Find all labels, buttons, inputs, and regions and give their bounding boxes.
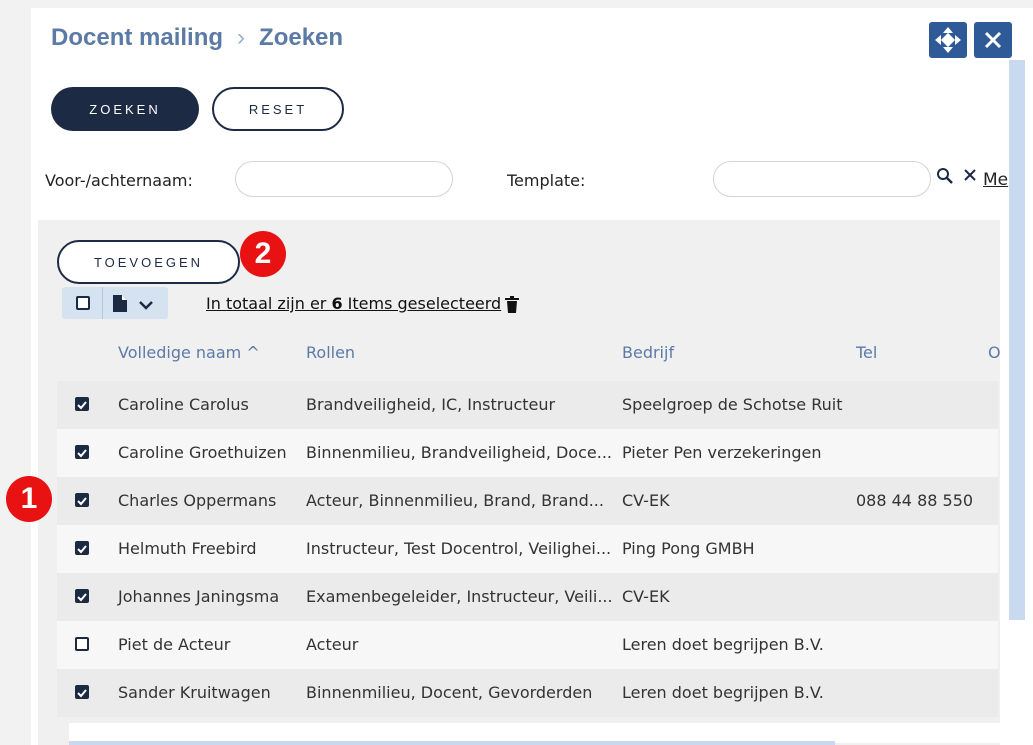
column-header-other[interactable]: O <box>988 343 1001 362</box>
cell-company: Pieter Pen verzekeringen <box>622 443 822 462</box>
select-all-checkbox[interactable] <box>76 296 90 310</box>
reset-button[interactable]: RESET <box>212 87 344 131</box>
trash-icon[interactable] <box>505 296 519 317</box>
table-row[interactable]: Helmuth Freebird Instructeur, Test Docent… <box>57 525 998 573</box>
move-button[interactable] <box>929 22 967 58</box>
cell-name[interactable]: Helmuth Freebird <box>118 539 257 558</box>
table-row[interactable]: Piet de Acteur Acteur Leren doet begrijpen… <box>57 621 998 669</box>
row-checkbox[interactable] <box>75 541 89 555</box>
cell-roles: Binnenmilieu, Docent, Gevorderden <box>306 683 593 702</box>
cell-roles: Brandveiligheid, IC, Instructeur <box>306 395 556 414</box>
table-row[interactable]: Sander Kruitwagen Binnenmilieu, Docent, G… <box>57 669 998 717</box>
row-checkbox[interactable] <box>75 397 89 411</box>
cell-name[interactable]: Johannes Janingsma <box>118 587 279 606</box>
selection-summary[interactable]: In totaal zijn er 6 Items geselecteerd <box>206 294 501 313</box>
cell-roles: Instructeur, Test Docentrol, Veilighei..… <box>306 539 612 558</box>
table-row[interactable]: Caroline Carolus Brandveiligheid, IC, Ins… <box>57 381 998 429</box>
horizontal-scrollbar[interactable] <box>69 741 835 745</box>
row-checkbox[interactable] <box>75 493 89 507</box>
close-button[interactable] <box>974 22 1012 58</box>
selection-prefix: In totaal zijn er <box>206 294 332 313</box>
search-icon[interactable] <box>936 167 954 190</box>
cell-name[interactable]: Piet de Acteur <box>118 635 230 654</box>
cell-company: Speelgroep de Schotse Ruit <box>622 395 843 414</box>
cell-company: Leren doet begrijpen B.V. <box>622 635 824 654</box>
more-link[interactable]: Me <box>983 170 1008 190</box>
cell-tel: 088 44 88 550 <box>856 491 974 510</box>
move-icon <box>935 27 961 53</box>
document-icon[interactable] <box>112 294 128 317</box>
cell-company: Ping Pong GMBH <box>622 539 755 558</box>
cell-roles: Acteur, Binnenmilieu, Brand, Brand... <box>306 491 604 510</box>
bulk-select-toolbar <box>62 287 168 319</box>
table-row[interactable]: Johannes Janingsma Examenbegeleider, Inst… <box>57 573 998 621</box>
cell-roles: Acteur <box>306 635 359 654</box>
callout-badge-1: 1 <box>6 476 52 522</box>
column-header-company[interactable]: Bedrijf <box>622 343 674 362</box>
name-filter-input[interactable] <box>235 161 453 197</box>
row-checkbox[interactable] <box>75 445 89 459</box>
table-row[interactable]: Charles Oppermans Acteur, Binnenmilieu, B… <box>57 477 998 525</box>
column-header-tel[interactable]: Tel <box>856 343 877 362</box>
breadcrumb: Docent mailing › Zoeken <box>51 24 343 52</box>
selection-suffix: Items geselecteerd <box>342 294 502 313</box>
vertical-scrollbar[interactable] <box>1009 60 1025 620</box>
table-row[interactable]: Caroline Groethuizen Binnenmilieu, Brandv… <box>57 429 998 477</box>
toolbar-divider <box>102 287 103 319</box>
cell-roles: Examenbegeleider, Instructeur, Veili... <box>306 587 613 606</box>
chevron-down-icon[interactable] <box>138 296 154 315</box>
cell-company: CV-EK <box>622 587 670 606</box>
cell-name[interactable]: Sander Kruitwagen <box>118 683 271 702</box>
row-checkbox[interactable] <box>75 685 89 699</box>
cell-company: Leren doet begrijpen B.V. <box>622 683 824 702</box>
cell-roles: Binnenmilieu, Brandveiligheid, Doce... <box>306 443 612 462</box>
breadcrumb-current: Zoeken <box>259 24 344 51</box>
column-header-roles[interactable]: Rollen <box>306 343 355 362</box>
name-filter-label: Voor-/achternaam: <box>45 171 193 190</box>
breadcrumb-parent[interactable]: Docent mailing <box>51 24 223 51</box>
add-button[interactable]: TOEVOEGEN <box>57 240 240 284</box>
cell-company: CV-EK <box>622 491 670 510</box>
search-button[interactable]: ZOEKEN <box>51 87 199 131</box>
callout-badge-2: 2 <box>240 231 286 277</box>
breadcrumb-separator: › <box>237 24 246 51</box>
column-header-name[interactable]: Volledige naam ^ <box>118 343 260 362</box>
row-checkbox[interactable] <box>75 589 89 603</box>
cell-name[interactable]: Charles Oppermans <box>118 491 276 510</box>
clear-icon[interactable] <box>962 167 978 188</box>
row-checkbox[interactable] <box>75 637 89 651</box>
template-filter-label: Template: <box>507 171 586 190</box>
template-filter-input[interactable] <box>713 161 931 197</box>
selection-count: 6 <box>331 294 343 313</box>
panel-footer <box>69 723 1029 743</box>
cell-name[interactable]: Caroline Carolus <box>118 395 249 414</box>
close-icon <box>984 31 1002 49</box>
cell-name[interactable]: Caroline Groethuizen <box>118 443 287 462</box>
